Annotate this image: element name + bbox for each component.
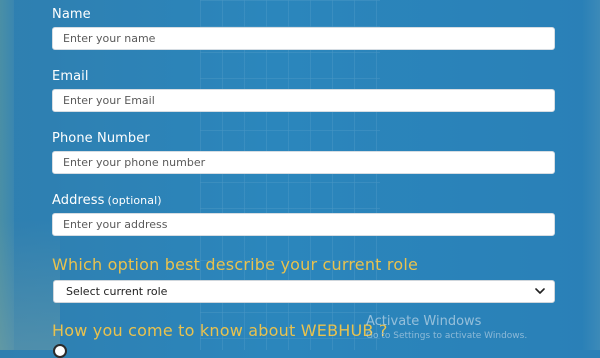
email-field[interactable]	[52, 89, 555, 112]
role-select-value: Select current role	[66, 285, 168, 298]
name-label: Name	[52, 7, 91, 22]
address-optional-note: (optional)	[107, 194, 162, 207]
role-select[interactable]: Select current role	[53, 280, 555, 303]
chevron-down-icon	[534, 286, 546, 298]
address-field[interactable]	[52, 213, 555, 236]
email-label: Email	[52, 69, 89, 84]
source-radio-button[interactable]	[53, 344, 67, 358]
address-label-text: Address	[52, 193, 105, 208]
background-right-edge	[582, 0, 600, 350]
phone-field[interactable]	[52, 151, 555, 174]
activate-windows-subtitle: Go to Settings to activate Windows.	[366, 331, 528, 341]
source-question: How you come to know about WEBHUB ?	[52, 321, 388, 340]
phone-label: Phone Number	[52, 131, 150, 146]
name-field[interactable]	[52, 27, 555, 50]
activate-windows-title: Activate Windows	[366, 314, 482, 329]
role-question: Which option best describe your current …	[52, 255, 419, 274]
address-label: Address (optional)	[52, 193, 162, 208]
background-left-fade	[0, 220, 60, 350]
